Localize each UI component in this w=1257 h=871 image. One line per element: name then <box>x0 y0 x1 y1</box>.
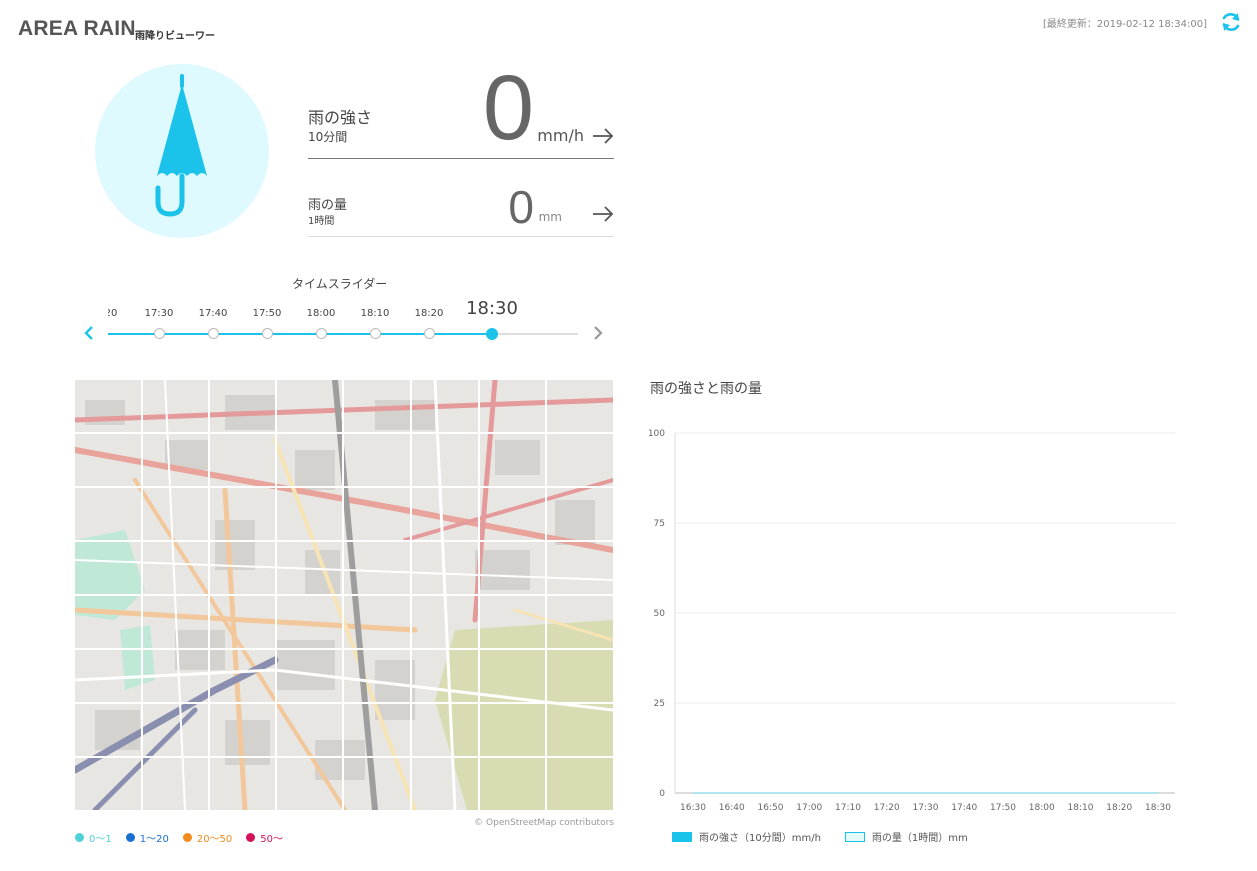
y-tick-label: 100 <box>648 429 665 439</box>
chart-title: 雨の強さと雨の量 <box>650 381 762 397</box>
slider-time-label: 18:20 <box>414 308 444 319</box>
slider-tick[interactable] <box>154 328 165 339</box>
chart-legend: 雨の強さ（10分間）mm/h 雨の量（1時間）mm <box>672 829 968 844</box>
rain-amount-value: 0 <box>508 181 534 233</box>
slider-time-label: 17:50 <box>252 308 282 319</box>
chart-legend-swatch <box>672 831 692 842</box>
refresh-button[interactable] <box>1219 10 1243 34</box>
legend-label: 20〜50 <box>196 834 233 845</box>
y-tick-label: 75 <box>654 519 665 529</box>
slider-tick[interactable] <box>370 328 381 339</box>
legend-dot <box>75 833 84 842</box>
slider-track <box>492 333 578 335</box>
map-tiles <box>75 380 613 810</box>
rain-intensity-label: 雨の強さ <box>308 108 373 127</box>
rain-intensity-panel: 雨の強さ 10分間 0 mm/h <box>308 58 614 159</box>
arrow-right-icon[interactable] <box>592 128 614 144</box>
x-tick-label: 17:20 <box>874 803 900 813</box>
legend-item: 0〜1 <box>75 830 112 845</box>
weather-status-badge <box>95 64 269 238</box>
chevron-left-icon[interactable] <box>82 324 96 342</box>
time-slider[interactable]: 20 17:30 17:40 17:50 18:00 18:10 18:20 18:30 <box>108 300 578 350</box>
umbrella-icon <box>155 74 207 217</box>
legend-item: 1〜20 <box>125 830 169 845</box>
rain-intensity-period: 10分間 <box>308 130 348 144</box>
slider-tick[interactable] <box>262 328 273 339</box>
legend-item: 50〜 <box>246 830 283 845</box>
rain-chart: 0 25 50 75 100 16:30 16:40 16:50 17:00 17:10 17:20… <box>648 429 1175 813</box>
legend-dot <box>182 833 192 842</box>
slider-label-partial: 20 <box>108 308 118 319</box>
rain-intensity-unit: mm/h <box>537 126 584 145</box>
x-tick-label: 16:30 <box>680 803 706 813</box>
y-tick-label: 25 <box>654 699 665 709</box>
slider-tick[interactable] <box>208 328 219 339</box>
legend-label: 50〜 <box>260 834 284 845</box>
app-title: AREA RAIN <box>18 17 136 40</box>
x-tick-label: 17:30 <box>913 803 939 813</box>
legend-label: 1〜20 <box>139 834 169 845</box>
x-tick-label: 16:40 <box>719 803 745 813</box>
map-legend: 0〜1 1〜20 20〜50 50〜 <box>75 830 283 845</box>
x-tick-label: 17:50 <box>990 803 1016 813</box>
rain-amount-panel: 雨の量 1時間 0 mm <box>308 178 614 237</box>
legend-dot <box>246 833 256 842</box>
rain-map[interactable] <box>75 380 613 810</box>
x-tick-label: 17:10 <box>835 803 861 813</box>
x-tick-label: 18:10 <box>1068 803 1094 813</box>
chart-legend-item[interactable]: 雨の量（1時間）mm <box>844 829 968 844</box>
time-slider-title: タイムスライダー <box>292 277 388 291</box>
x-tick-label: 17:00 <box>796 803 822 813</box>
chart-legend-label: 雨の量（1時間）mm <box>871 833 968 844</box>
chart-legend-swatch <box>844 831 865 842</box>
slider-current-time: 18:30 <box>466 300 518 319</box>
y-tick-label: 0 <box>659 789 665 799</box>
legend-item: 20〜50 <box>182 830 233 845</box>
slider-time-label: 18:10 <box>360 308 390 319</box>
rain-amount-period: 1時間 <box>308 216 335 227</box>
chart-legend-label: 雨の強さ（10分間）mm/h <box>699 833 821 844</box>
slider-time-label: 17:30 <box>144 308 174 319</box>
legend-label: 0〜1 <box>89 834 112 845</box>
legend-dot <box>125 833 135 842</box>
app-subtitle: 雨降りビューワー <box>135 31 215 42</box>
slider-time-label: 18:00 <box>306 308 336 319</box>
x-tick-label: 16:50 <box>758 803 784 813</box>
slider-time-label: 17:40 <box>198 308 228 319</box>
chevron-right-icon[interactable] <box>591 324 605 342</box>
x-tick-label: 18:30 <box>1145 803 1171 813</box>
slider-handle[interactable] <box>486 328 498 340</box>
rain-intensity-value: 0 <box>482 57 534 159</box>
slider-tick[interactable] <box>316 328 327 339</box>
rain-amount-unit: mm <box>538 210 562 224</box>
x-tick-label: 17:40 <box>951 803 977 813</box>
last-updated-timestamp: [最終更新：2019-02-12 18:34:00] <box>1042 19 1207 30</box>
refresh-icon <box>1222 13 1240 31</box>
x-tick-label: 18:20 <box>1106 803 1132 813</box>
rain-amount-label: 雨の量 <box>308 198 348 213</box>
slider-tick[interactable] <box>424 328 435 339</box>
y-tick-label: 50 <box>654 609 666 619</box>
map-attribution[interactable]: © OpenStreetMap contributors <box>474 818 614 828</box>
arrow-right-icon[interactable] <box>592 206 614 222</box>
chart-legend-item[interactable]: 雨の強さ（10分間）mm/h <box>672 829 821 844</box>
x-tick-label: 18:00 <box>1029 803 1055 813</box>
